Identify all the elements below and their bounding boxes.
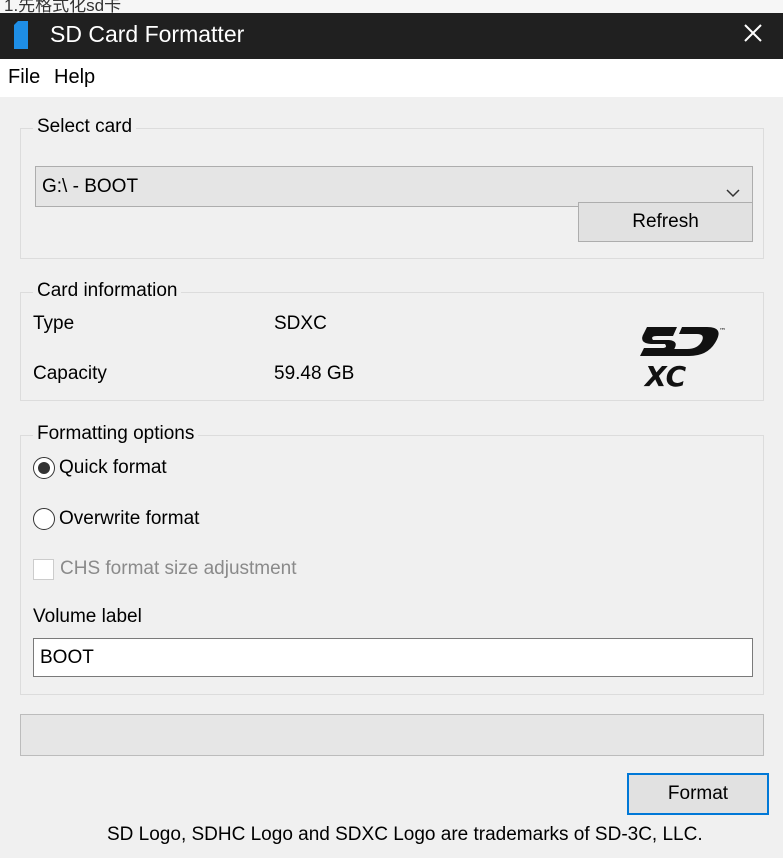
card-information-title: Card information — [33, 280, 182, 302]
formatting-options-title: Formatting options — [33, 423, 199, 445]
trademark-footer: SD Logo, SDHC Logo and SDXC Logo are tra… — [107, 824, 703, 845]
radio-selected-icon — [33, 457, 55, 479]
svg-text:XC: XC — [643, 360, 687, 389]
top-strip: 1.先格式化sd卡 — [0, 0, 783, 13]
format-button-label: Format — [667, 783, 729, 804]
close-icon — [743, 23, 763, 49]
sd-card-icon — [14, 21, 28, 49]
refresh-button[interactable]: Refresh — [578, 202, 753, 242]
overwrite-format-label: Overwrite format — [59, 508, 200, 529]
type-label: Type — [33, 313, 75, 334]
top-strip-text: 1.先格式化sd卡 — [4, 0, 122, 13]
sdxc-logo-icon: ™ XC — [635, 323, 745, 395]
select-card-group: Select card G:\ - BOOT Refresh — [20, 116, 764, 259]
progress-bar — [20, 714, 764, 756]
capacity-value: 59.48 GB — [274, 363, 355, 384]
chevron-down-icon — [726, 182, 740, 204]
type-value: SDXC — [274, 313, 327, 334]
volume-label-caption: Volume label — [33, 606, 142, 627]
window-title: SD Card Formatter — [50, 21, 245, 47]
formatting-options-group: Formatting options Quick format Overwrit… — [20, 423, 764, 695]
chs-adjustment-label: CHS format size adjustment — [60, 558, 297, 579]
close-button[interactable] — [723, 13, 783, 59]
svg-text:™: ™ — [719, 327, 726, 335]
format-button[interactable]: Format — [627, 773, 769, 815]
chs-adjustment-checkbox[interactable]: CHS format size adjustment — [33, 558, 297, 580]
quick-format-radio[interactable]: Quick format — [33, 457, 167, 479]
overwrite-format-radio[interactable]: Overwrite format — [33, 508, 199, 530]
quick-format-label: Quick format — [59, 457, 167, 478]
menu-bar: File Help — [0, 59, 783, 97]
menu-help[interactable]: Help — [54, 66, 95, 89]
capacity-label: Capacity — [33, 363, 107, 384]
title-bar: SD Card Formatter — [0, 13, 783, 59]
select-card-title: Select card — [33, 116, 137, 138]
refresh-button-label: Refresh — [632, 211, 699, 232]
checkbox-icon — [33, 558, 54, 580]
card-select-value: G:\ - BOOT — [42, 176, 139, 197]
radio-unselected-icon — [33, 508, 55, 530]
volume-label-input[interactable] — [33, 638, 753, 677]
card-select-dropdown[interactable]: G:\ - BOOT — [35, 166, 753, 207]
menu-file[interactable]: File — [8, 66, 40, 89]
card-information-group: Card information Type SDXC Capacity 59.4… — [20, 280, 764, 401]
